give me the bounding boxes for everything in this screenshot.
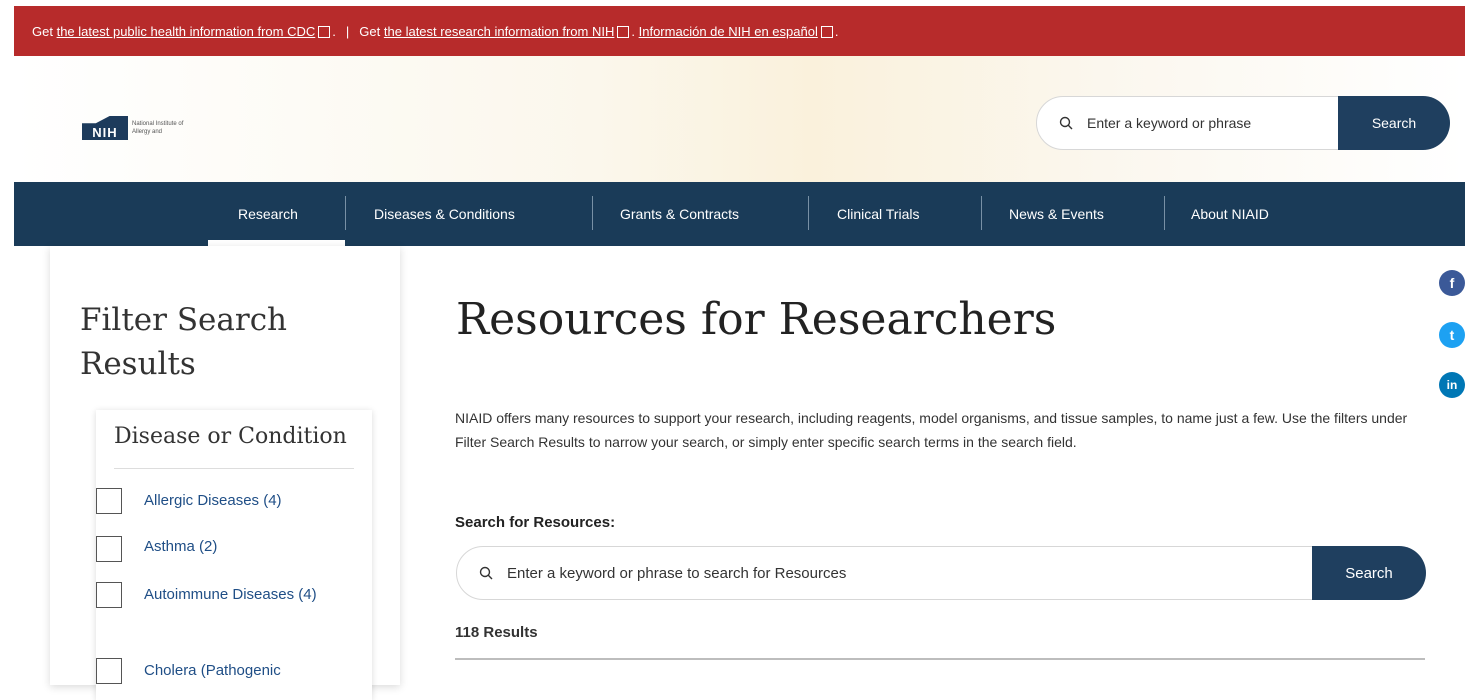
facebook-icon[interactable]: f xyxy=(1439,270,1465,296)
header-search-placeholder: Enter a keyword or phrase xyxy=(1087,115,1252,131)
divider xyxy=(455,658,1425,660)
alert-prefix-1: Get xyxy=(32,23,53,39)
filter-sidebar: Filter Search Results Disease or Conditi… xyxy=(50,246,400,700)
cdc-link[interactable]: the latest public health information fro… xyxy=(57,24,316,39)
nav-item-diseases-conditions[interactable]: Diseases & Conditions xyxy=(374,182,515,246)
nih-spanish-link[interactable]: Información de NIH en español xyxy=(639,24,818,39)
nav-divider xyxy=(592,196,593,230)
filter-option-label[interactable]: Asthma (2) xyxy=(144,534,344,560)
nav-item-clinical-trials[interactable]: Clinical Trials xyxy=(837,182,919,246)
logo-text: National Institute of Allergy and xyxy=(132,121,184,135)
alert-banner: Get the latest public health information… xyxy=(14,6,1465,56)
alert-separator: | xyxy=(345,23,350,39)
header-search-button[interactable]: Search xyxy=(1338,96,1450,150)
twitter-icon[interactable]: t xyxy=(1439,322,1465,348)
alert-prefix-2: Get xyxy=(359,23,381,39)
nav-item-grants-contracts[interactable]: Grants & Contracts xyxy=(620,182,739,246)
results-count: 118 Results xyxy=(455,624,538,641)
checkbox[interactable] xyxy=(96,582,122,608)
resource-search-input[interactable]: Enter a keyword or phrase to search for … xyxy=(456,546,1328,600)
page-title: Resources for Researchers xyxy=(456,294,1057,345)
nav-divider xyxy=(1164,196,1165,230)
search-icon xyxy=(1059,116,1073,130)
divider xyxy=(114,468,354,469)
linkedin-icon[interactable]: in xyxy=(1439,372,1465,398)
filter-option-label[interactable]: Allergic Diseases (4) xyxy=(144,488,344,514)
alert-period: . xyxy=(332,23,336,39)
external-link-icon xyxy=(318,26,331,38)
filter-option-label[interactable]: Autoimmune Diseases (4) xyxy=(144,582,344,608)
main-nav: Research Diseases & Conditions Grants & … xyxy=(14,182,1465,246)
nav-divider xyxy=(345,196,346,230)
search-icon xyxy=(479,566,493,580)
filter-group-disease: Disease or Condition Allergic Diseases (… xyxy=(96,410,372,700)
nav-item-research[interactable]: Research xyxy=(238,182,298,246)
checkbox[interactable] xyxy=(96,658,122,684)
filter-title: Filter Search Results xyxy=(80,302,288,382)
niaid-logo[interactable]: NIH National Institute of Allergy and xyxy=(82,116,202,140)
nav-item-news-events[interactable]: News & Events xyxy=(1009,182,1104,246)
alert-period: . xyxy=(631,23,635,39)
filter-option-label[interactable]: Cholera (Pathogenic xyxy=(144,658,344,684)
nav-divider xyxy=(981,196,982,230)
nav-divider xyxy=(808,196,809,230)
checkbox[interactable] xyxy=(96,488,122,514)
header-search-input[interactable]: Enter a keyword or phrase xyxy=(1036,96,1356,150)
checkbox[interactable] xyxy=(96,536,122,562)
filter-group-title: Disease or Condition xyxy=(114,424,347,449)
nav-item-about-niaid[interactable]: About NIAID xyxy=(1191,182,1269,246)
resource-search-placeholder: Enter a keyword or phrase to search for … xyxy=(507,564,847,582)
resource-search-button[interactable]: Search xyxy=(1312,546,1426,600)
nih-research-link[interactable]: the latest research information from NIH xyxy=(384,24,614,39)
search-label: Search for Resources: xyxy=(455,514,616,531)
external-link-icon xyxy=(820,26,833,38)
resource-search: Enter a keyword or phrase to search for … xyxy=(456,546,1428,600)
header-search: Enter a keyword or phrase Search xyxy=(1036,96,1450,150)
intro-text: NIAID offers many resources to support y… xyxy=(455,410,1408,450)
alert-period: . xyxy=(834,23,839,39)
nih-logo-mark: NIH xyxy=(82,116,128,140)
external-link-icon xyxy=(617,26,630,38)
